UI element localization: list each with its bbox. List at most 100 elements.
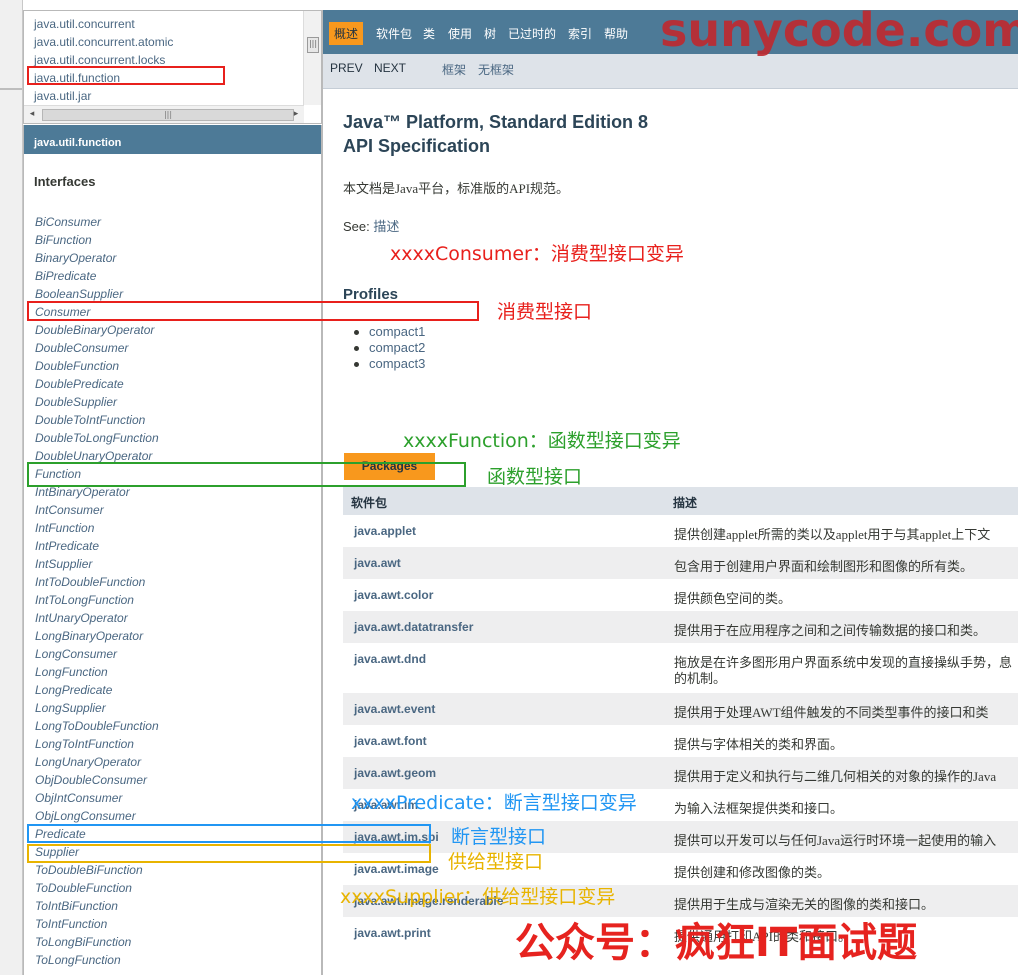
- interface-link[interactable]: LongBinaryOperator: [35, 627, 159, 645]
- nav-tree[interactable]: 树: [484, 25, 496, 42]
- col-package-header: 软件包: [351, 496, 388, 510]
- package-link[interactable]: java.awt.font: [354, 734, 427, 748]
- interface-link[interactable]: DoubleToIntFunction: [35, 411, 159, 429]
- package-list-item[interactable]: java.util.concurrent.atomic: [34, 33, 173, 51]
- interface-link[interactable]: DoubleToLongFunction: [35, 429, 159, 447]
- package-description: 提供颜色空间的类。: [674, 591, 792, 606]
- annotation-supplier: 供给型接口: [448, 851, 544, 873]
- interface-link[interactable]: ToLongBiFunction: [35, 933, 159, 951]
- interface-link[interactable]: ToIntFunction: [35, 915, 159, 933]
- package-list-item[interactable]: java.util.concurrent: [34, 15, 173, 33]
- bullet-icon: [354, 330, 359, 335]
- package-link[interactable]: java.awt: [354, 556, 401, 570]
- table-row: java.awt.font 提供与字体相关的类和界面。: [343, 725, 1018, 757]
- interface-link[interactable]: ToLongFunction: [35, 951, 159, 969]
- title-line-2: API Specification: [343, 136, 491, 156]
- interface-link[interactable]: DoubleSupplier: [35, 393, 159, 411]
- table-row: java.awt.event 提供用于处理AWT组件触发的不同类型事件的接口和类: [343, 693, 1018, 725]
- interface-link[interactable]: LongPredicate: [35, 681, 159, 699]
- nav-overview[interactable]: 概述: [329, 22, 364, 45]
- package-description: 为输入法框架提供类和接口。: [674, 801, 844, 816]
- package-description: 提供创建applet所需的类以及applet用于与其applet上下文: [674, 527, 991, 542]
- annotation-predicate: 断言型接口: [451, 826, 547, 848]
- nav-help[interactable]: 帮助: [604, 25, 628, 42]
- package-link[interactable]: java.applet: [354, 524, 416, 538]
- interface-link[interactable]: ToDoubleFunction: [35, 879, 159, 897]
- interface-link[interactable]: BiFunction: [35, 231, 159, 249]
- annotation-function-variant: xxxxFunction：函数型接口变异: [403, 430, 681, 452]
- highlight-box-function-package: [27, 66, 225, 85]
- interface-link[interactable]: LongFunction: [35, 663, 159, 681]
- horizontal-scroll-thumb[interactable]: |||: [42, 109, 294, 121]
- interface-link[interactable]: IntToDoubleFunction: [35, 573, 159, 591]
- nav-package[interactable]: 软件包: [376, 25, 412, 42]
- nav-deprecated[interactable]: 已过时的: [508, 25, 556, 42]
- package-link[interactable]: java.awt.datatransfer: [354, 620, 473, 634]
- footer-watermark: 公众号：疯狂IT面试题: [515, 920, 918, 966]
- interface-link[interactable]: LongUnaryOperator: [35, 753, 159, 771]
- package-link[interactable]: java.awt.event: [354, 702, 435, 716]
- package-list-item[interactable]: java.util.jar: [34, 87, 173, 105]
- interface-link[interactable]: BiPredicate: [35, 267, 159, 285]
- package-link[interactable]: java.awt.dnd: [354, 652, 426, 666]
- interface-link[interactable]: ObjIntConsumer: [35, 789, 159, 807]
- highlight-box-predicate: [27, 824, 431, 843]
- interface-link[interactable]: ToIntBiFunction: [35, 897, 159, 915]
- scroll-thumb-grip-icon[interactable]: |||: [307, 37, 319, 53]
- interface-link[interactable]: LongToDoubleFunction: [35, 717, 159, 735]
- interface-link[interactable]: IntToLongFunction: [35, 591, 159, 609]
- profile-link[interactable]: compact3: [369, 356, 425, 371]
- left-window-strip: [0, 0, 23, 975]
- package-description: 包含用于创建用户界面和绘制图形和图像的所有类。: [674, 559, 974, 574]
- annotation-supplier-variant: xxxxSupplier：供给型接口变异: [340, 886, 616, 908]
- interface-link[interactable]: ToDoubleBiFunction: [35, 861, 159, 879]
- package-vertical-scrollbar[interactable]: |||: [303, 11, 321, 105]
- interface-link[interactable]: IntPredicate: [35, 537, 159, 555]
- table-row: java.applet 提供创建applet所需的类以及applet用于与其app…: [343, 515, 1018, 547]
- nav-use[interactable]: 使用: [448, 25, 472, 42]
- nav-class[interactable]: 类: [423, 25, 435, 42]
- profile-link[interactable]: compact1: [369, 324, 425, 339]
- interface-link[interactable]: DoubleFunction: [35, 357, 159, 375]
- interface-link[interactable]: LongSupplier: [35, 699, 159, 717]
- package-link[interactable]: java.awt.print: [354, 926, 431, 940]
- interface-link[interactable]: IntSupplier: [35, 555, 159, 573]
- table-header-row: 软件包 描述: [343, 487, 1018, 515]
- package-description: 提供用于在应用程序之间和之间传输数据的接口和类。: [674, 623, 987, 638]
- table-row: java.awt.dnd 拖放是在许多图形用户界面系统中发现的直接操纵手势，息的机…: [343, 643, 1018, 693]
- table-row: java.awt 包含用于创建用户界面和绘制图形和图像的所有类。: [343, 547, 1018, 579]
- package-link[interactable]: java.awt.color: [354, 588, 433, 602]
- interface-link[interactable]: ObjDoubleConsumer: [35, 771, 159, 789]
- interface-link[interactable]: IntConsumer: [35, 501, 159, 519]
- prev-link[interactable]: PREV: [330, 61, 363, 75]
- interface-link[interactable]: ObjLongConsumer: [35, 807, 159, 825]
- description-link[interactable]: 描述: [373, 219, 399, 234]
- annotation-consumer-variant: xxxxConsumer：消费型接口变异: [390, 243, 684, 265]
- interface-link[interactable]: LongToIntFunction: [35, 735, 159, 753]
- package-horizontal-scrollbar[interactable]: ◂ ||| ▸: [24, 105, 304, 123]
- frames-link[interactable]: 框架: [442, 61, 466, 78]
- bullet-icon: [354, 346, 359, 351]
- scroll-left-icon[interactable]: ◂: [24, 106, 40, 123]
- package-header[interactable]: java.util.function: [24, 125, 321, 154]
- annotation-function: 函数型接口: [487, 466, 583, 488]
- table-row: java.awt.geom 提供用于定义和执行与二维几何相关的对象的操作的Java: [343, 757, 1018, 789]
- interface-link[interactable]: LongConsumer: [35, 645, 159, 663]
- profile-item: compact3: [354, 356, 425, 372]
- interface-link[interactable]: DoubleBinaryOperator: [35, 321, 159, 339]
- interface-link[interactable]: IntUnaryOperator: [35, 609, 159, 627]
- interface-link[interactable]: IntFunction: [35, 519, 159, 537]
- nav-index[interactable]: 索引: [568, 25, 592, 42]
- interface-link[interactable]: DoublePredicate: [35, 375, 159, 393]
- package-link[interactable]: java.awt.image: [354, 862, 439, 876]
- interface-link[interactable]: BiConsumer: [35, 213, 159, 231]
- profile-link[interactable]: compact2: [369, 340, 425, 355]
- table-row: java.awt.im.spi 提供可以开发可以与任何Java运行时环境一起使用的…: [343, 821, 1018, 853]
- scroll-right-icon[interactable]: ▸: [288, 106, 304, 123]
- strip-divider: [0, 88, 22, 90]
- interface-link[interactable]: BinaryOperator: [35, 249, 159, 267]
- package-link[interactable]: java.awt.geom: [354, 766, 436, 780]
- next-link[interactable]: NEXT: [374, 61, 406, 75]
- no-frames-link[interactable]: 无框架: [478, 61, 514, 78]
- interface-link[interactable]: DoubleConsumer: [35, 339, 159, 357]
